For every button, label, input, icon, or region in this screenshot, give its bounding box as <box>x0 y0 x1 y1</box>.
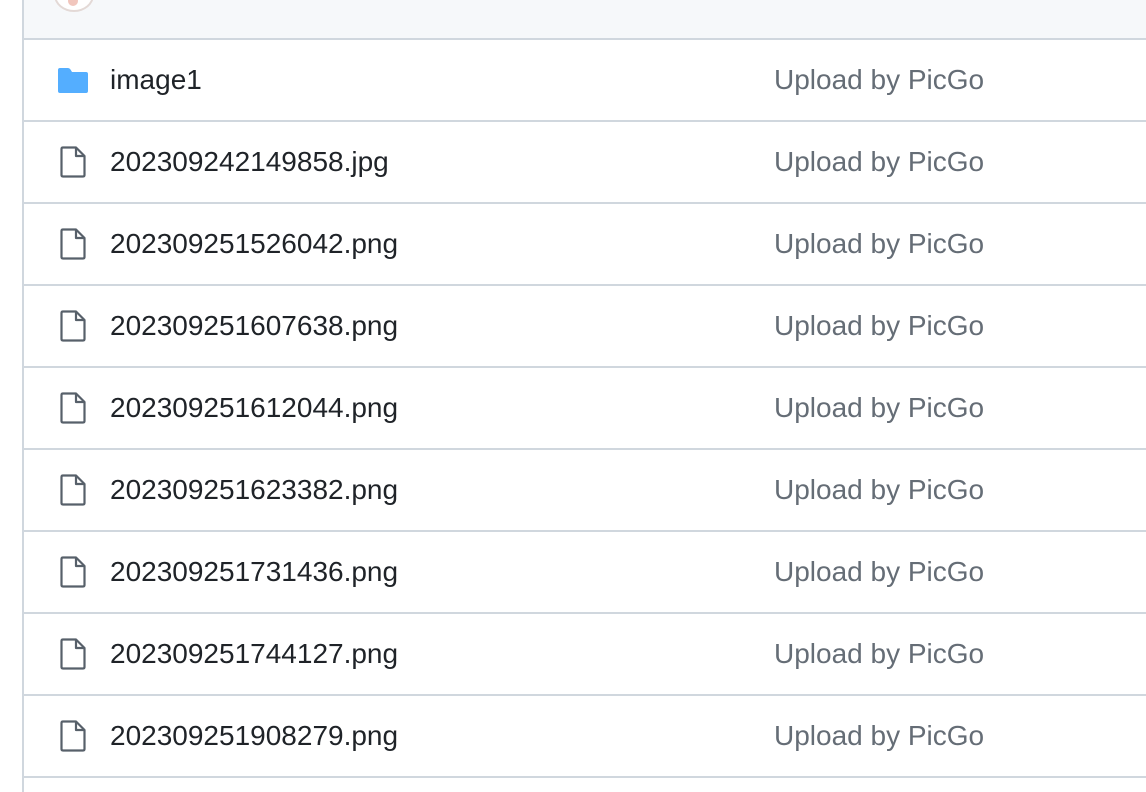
file-name-link[interactable]: 202309251526042.png <box>110 226 398 262</box>
commit-message-link[interactable]: Upload by PicGo <box>774 144 984 180</box>
file-list: image1 Upload by PicGo 202309242149858.j… <box>24 40 1146 778</box>
commit-message-link[interactable]: Upload by PicGo <box>774 308 984 344</box>
commit-header <box>24 0 1146 40</box>
commit-message-link[interactable]: Upload by PicGo <box>774 554 984 590</box>
list-item[interactable]: 202309251612044.png Upload by PicGo <box>24 368 1146 450</box>
avatar-image <box>68 0 78 6</box>
file-icon <box>56 310 90 342</box>
file-name-link[interactable]: 202309251744127.png <box>110 636 398 672</box>
file-name-link[interactable]: 202309251623382.png <box>110 472 398 508</box>
commit-message-link[interactable]: Upload by PicGo <box>774 718 984 754</box>
list-item[interactable]: 202309251744127.png Upload by PicGo <box>24 614 1146 696</box>
file-icon <box>56 638 90 670</box>
commit-message-link[interactable]: Upload by PicGo <box>774 226 984 262</box>
file-icon <box>56 392 90 424</box>
list-item[interactable]: image1 Upload by PicGo <box>24 40 1146 122</box>
file-browser-panel: image1 Upload by PicGo 202309242149858.j… <box>22 0 1146 792</box>
commit-message-link[interactable]: Upload by PicGo <box>774 472 984 508</box>
commit-message-link[interactable]: Upload by PicGo <box>774 62 984 98</box>
avatar[interactable] <box>54 0 94 12</box>
file-name-link[interactable]: 202309251612044.png <box>110 390 398 426</box>
commit-message-link[interactable]: Upload by PicGo <box>774 390 984 426</box>
file-name-link[interactable]: 202309251908279.png <box>110 718 398 754</box>
file-name-link[interactable]: 202309251607638.png <box>110 308 398 344</box>
file-name-link[interactable]: 202309242149858.jpg <box>110 144 389 180</box>
folder-icon <box>56 64 90 96</box>
list-item[interactable]: 202309251607638.png Upload by PicGo <box>24 286 1146 368</box>
file-icon <box>56 146 90 178</box>
list-item[interactable]: 202309251623382.png Upload by PicGo <box>24 450 1146 532</box>
file-name-link[interactable]: image1 <box>110 62 202 98</box>
list-item[interactable]: 202309251526042.png Upload by PicGo <box>24 204 1146 286</box>
list-item[interactable]: 202309242149858.jpg Upload by PicGo <box>24 122 1146 204</box>
file-icon <box>56 474 90 506</box>
commit-message-link[interactable]: Upload by PicGo <box>774 636 984 672</box>
file-icon <box>56 556 90 588</box>
list-item[interactable]: 202309251908279.png Upload by PicGo <box>24 696 1146 778</box>
list-item[interactable]: 202309251731436.png Upload by PicGo <box>24 532 1146 614</box>
file-name-link[interactable]: 202309251731436.png <box>110 554 398 590</box>
file-icon <box>56 228 90 260</box>
file-icon <box>56 720 90 752</box>
